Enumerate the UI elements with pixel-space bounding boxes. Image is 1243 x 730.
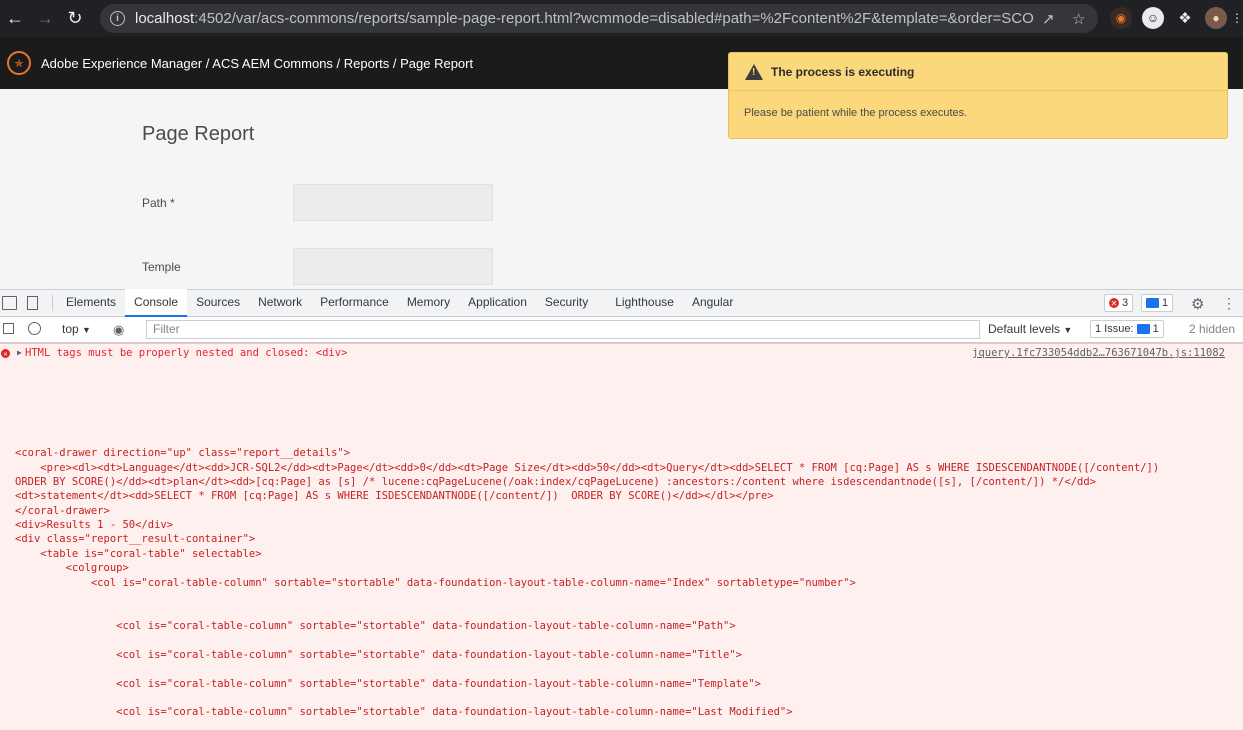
back-icon[interactable]: ← (0, 0, 30, 37)
share-icon[interactable]: ↗ (1042, 10, 1055, 28)
chevron-down-icon: ▼ (82, 325, 91, 335)
chevron-down-icon: ▼ (1063, 325, 1073, 335)
code-line: <div>Results 1 - 50</div> (15, 519, 174, 531)
divider (52, 295, 53, 311)
settings-gear-icon[interactable]: ⚙ (1191, 295, 1204, 313)
url-host: localhost (135, 10, 195, 27)
toast-header: ! The process is executing (729, 53, 1227, 91)
avatar[interactable]: ● (1205, 7, 1227, 29)
code-line: <coral-drawer direction="up" class="repo… (15, 447, 351, 459)
process-toast: ! The process is executing Please be pat… (728, 52, 1228, 139)
show-sidebar-icon[interactable] (3, 323, 14, 334)
message-count: 1 (1162, 297, 1169, 309)
url-text[interactable]: localhost:4502/var/acs-commons/reports/s… (135, 10, 1035, 27)
menu-dots-icon[interactable]: ⋮ (1226, 7, 1243, 29)
url-path: :4502/var/acs-commons/reports/sample-pag… (194, 10, 1035, 27)
error-message: HTML tags must be properly nested and cl… (25, 347, 348, 359)
tab-application[interactable]: Application (459, 289, 536, 317)
issues-label: 1 Issue: (1095, 323, 1134, 335)
clear-console-icon[interactable] (28, 322, 41, 335)
device-toolbar-icon[interactable] (27, 296, 38, 310)
error-count: 3 (1122, 297, 1129, 309)
tab-sources[interactable]: Sources (187, 289, 249, 317)
page-title: Page Report (142, 123, 255, 145)
forward-icon[interactable]: → (30, 0, 60, 37)
code-line: <col is="coral-table-column" sortable="s… (15, 678, 761, 690)
reload-icon[interactable]: ↻ (60, 0, 90, 37)
issue-icon (1136, 324, 1150, 334)
issues-button[interactable]: 1 Issue: 1 (1090, 320, 1164, 338)
log-levels-dropdown[interactable]: Default levels ▼ (988, 322, 1072, 336)
console-toolbar: top ▼ ◉ Filter Default levels ▼ 1 Issue:… (0, 317, 1243, 343)
message-icon (1146, 298, 1159, 308)
tab-lighthouse[interactable]: Lighthouse (606, 289, 683, 317)
issues-count: 1 (1152, 323, 1159, 335)
tab-angular[interactable]: Angular (683, 289, 742, 317)
code-line: <pre><dl><dt>Language</dt><dd>JCR-SQL2</… (15, 462, 1160, 474)
expand-triangle-icon[interactable]: ▶ (17, 348, 22, 357)
code-line: <col is="coral-table-column" sortable="s… (15, 577, 856, 589)
tab-performance[interactable]: Performance (311, 289, 398, 317)
filter-input[interactable]: Filter (146, 320, 980, 339)
error-icon: ✕ (1, 349, 10, 358)
toast-title: The process is executing (771, 64, 915, 79)
code-line: ORDER BY SCORE()</dd><dt>plan</dt><dd>[c… (15, 476, 1096, 488)
path-input[interactable] (293, 184, 493, 221)
extension-icon-2[interactable]: ☺ (1142, 7, 1164, 29)
error-count-badge[interactable]: ✕ 3 (1104, 294, 1134, 312)
extension-icon[interactable]: ◉ (1110, 7, 1132, 29)
devtools-tab-bar: Elements Console Sources Network Perform… (0, 289, 1243, 317)
error-icon: ✕ (1109, 298, 1119, 308)
console-output: ✕ ▶ HTML tags must be properly nested an… (0, 343, 1243, 730)
source-link[interactable]: jquery.1fc733054ddb2…763671047b.js:11082 (972, 347, 1225, 359)
warning-icon: ! (745, 63, 763, 80)
tab-security[interactable]: Security (536, 289, 597, 317)
inspect-element-icon[interactable] (2, 296, 17, 310)
code-line: <col is="coral-table-column" sortable="s… (15, 706, 793, 718)
console-error-row[interactable]: ✕ ▶ HTML tags must be properly nested an… (0, 347, 1243, 362)
context-selector[interactable]: top ▼ (62, 322, 91, 336)
site-info-icon[interactable]: i (110, 11, 125, 26)
code-line: <col is="coral-table-column" sortable="s… (15, 649, 742, 661)
context-label: top (62, 322, 79, 336)
hidden-count: 2 hidden (1189, 322, 1236, 336)
log-levels-label: Default levels (988, 322, 1061, 336)
code-line: </coral-drawer> (15, 505, 110, 517)
address-bar[interactable]: i localhost:4502/var/acs-commons/reports… (100, 4, 1098, 33)
code-line: <table is="coral-table" selectable> (15, 548, 262, 560)
path-label: Path * (142, 196, 175, 210)
toast-body: Please be patient while the process exec… (744, 107, 968, 119)
code-line: <col is="coral-table-column" sortable="s… (15, 620, 736, 632)
tab-network[interactable]: Network (249, 289, 311, 317)
tab-memory[interactable]: Memory (398, 289, 459, 317)
code-line: <dt>statement</dt><dd>SELECT * FROM [cq:… (15, 490, 774, 502)
code-line: <colgroup> (15, 562, 129, 574)
template-label: Temple (142, 260, 181, 274)
puzzle-icon[interactable]: ❖ (1174, 7, 1196, 29)
tab-console[interactable]: Console (125, 289, 188, 317)
live-expression-eye-icon[interactable]: ◉ (113, 322, 124, 338)
browser-toolbar: ← → ↻ i localhost:4502/var/acs-commons/r… (0, 0, 1243, 37)
breadcrumb[interactable]: Adobe Experience Manager / ACS AEM Commo… (41, 56, 473, 71)
more-options-icon[interactable]: ⋮ (1222, 295, 1236, 312)
bookmark-star-icon[interactable]: ☆ (1072, 10, 1085, 28)
template-input[interactable] (293, 248, 493, 285)
code-line: <div class="report__result-container"> (15, 533, 256, 545)
aem-logo-icon: ✯ (7, 51, 31, 75)
message-count-badge[interactable]: 1 (1141, 294, 1174, 312)
tab-elements[interactable]: Elements (57, 289, 125, 317)
